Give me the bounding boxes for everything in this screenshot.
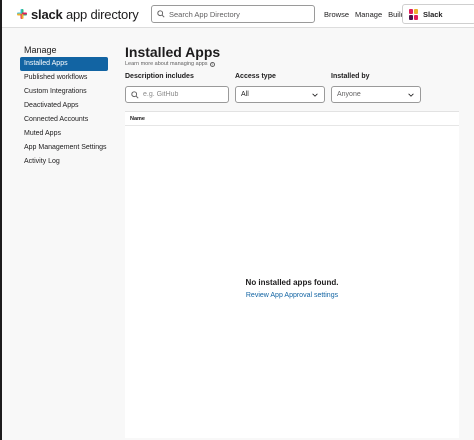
workspace-switcher[interactable]: Slack bbox=[402, 4, 474, 24]
installed-by-label: Installed by bbox=[331, 73, 370, 80]
top-header: slack app directory Browse Manage Build … bbox=[2, 0, 474, 28]
sidebar-item-published-workflows[interactable]: Published workflows bbox=[20, 71, 108, 85]
installed-by-value: Anyone bbox=[337, 91, 361, 98]
description-filter-input[interactable] bbox=[143, 91, 223, 98]
sidebar-item-installed-apps[interactable]: Installed Apps bbox=[20, 57, 108, 71]
workspace-logo-icon bbox=[409, 8, 418, 20]
main-content: Installed Apps Learn more about managing… bbox=[125, 44, 459, 103]
access-type-select[interactable]: All bbox=[235, 86, 325, 103]
nav-manage[interactable]: Manage bbox=[355, 10, 382, 19]
access-type-label: Access type bbox=[235, 73, 276, 80]
sidebar-item-app-management-settings[interactable]: App Management Settings bbox=[20, 141, 108, 155]
column-header-name[interactable]: Name bbox=[125, 112, 459, 126]
review-approval-settings-link[interactable]: Review App Approval settings bbox=[125, 292, 459, 299]
search-bar[interactable] bbox=[151, 5, 315, 23]
help-icon: ? bbox=[209, 61, 215, 67]
description-filter-field[interactable] bbox=[125, 86, 229, 103]
empty-state-title: No installed apps found. bbox=[245, 278, 339, 287]
nav-browse[interactable]: Browse bbox=[324, 10, 349, 19]
sidebar-item-deactivated-apps[interactable]: Deactivated Apps bbox=[20, 99, 108, 113]
installed-apps-table: Name No installed apps found. Review App… bbox=[125, 111, 459, 438]
sidebar-item-custom-integrations[interactable]: Custom Integrations bbox=[20, 85, 108, 99]
chevron-down-icon bbox=[408, 93, 414, 97]
workspace-name: Slack bbox=[423, 9, 443, 19]
learn-more-link[interactable]: Learn more about managing apps ? bbox=[125, 61, 459, 67]
description-filter-label: Description includes bbox=[125, 73, 194, 80]
window-edge bbox=[0, 0, 2, 440]
access-type-value: All bbox=[241, 91, 249, 98]
search-input[interactable] bbox=[169, 9, 309, 19]
manage-sidebar: Manage Installed Apps Published workflow… bbox=[20, 45, 108, 169]
learn-more-text: Learn more about managing apps bbox=[125, 61, 208, 67]
installed-by-select[interactable]: Anyone bbox=[331, 86, 421, 103]
page-title: Installed Apps bbox=[125, 44, 221, 60]
search-icon bbox=[157, 10, 165, 18]
sidebar-title: Manage bbox=[24, 45, 57, 55]
sidebar-item-connected-accounts[interactable]: Connected Accounts bbox=[20, 113, 108, 127]
top-nav: Browse Manage Build bbox=[324, 10, 405, 19]
app-directory-logo[interactable]: slack app directory bbox=[16, 6, 139, 22]
sidebar-item-muted-apps[interactable]: Muted Apps bbox=[20, 127, 108, 141]
sidebar-item-activity-log[interactable]: Activity Log bbox=[20, 155, 108, 169]
slack-logo-icon bbox=[17, 9, 27, 19]
logo-text: slack app directory bbox=[31, 6, 139, 22]
chevron-down-icon bbox=[312, 93, 318, 97]
search-icon bbox=[131, 90, 139, 99]
